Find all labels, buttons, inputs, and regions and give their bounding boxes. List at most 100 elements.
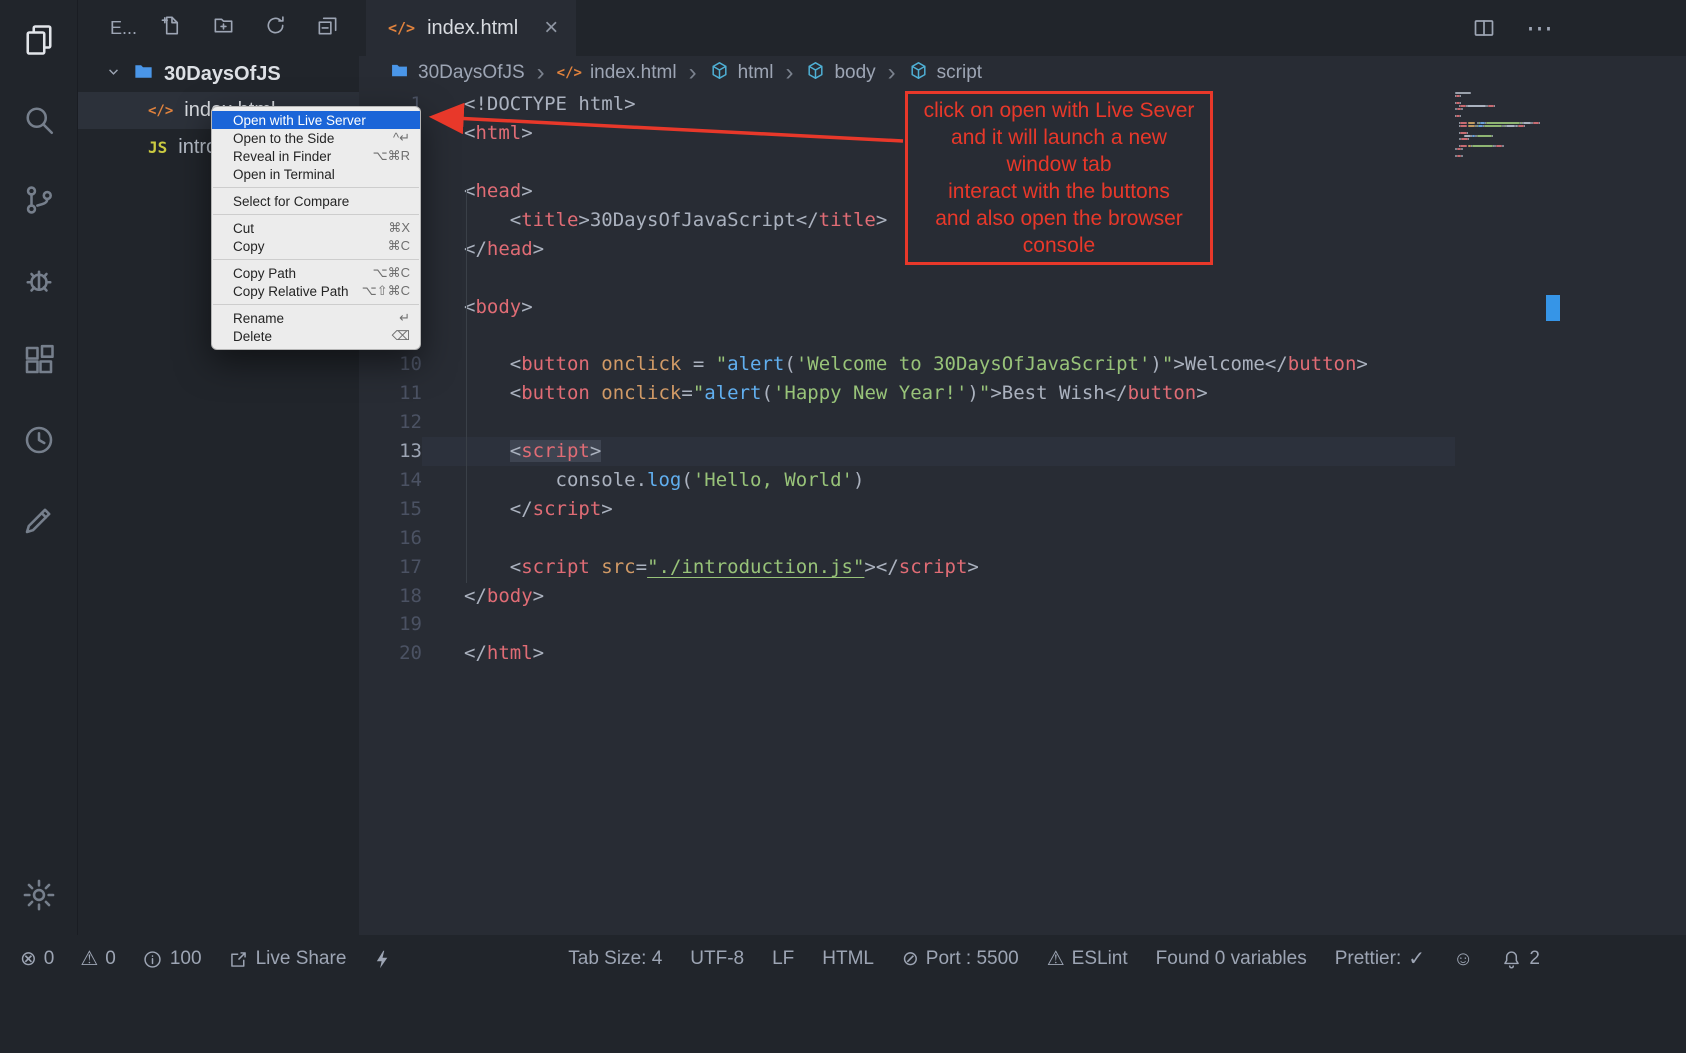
menu-shortcut: ↵: [399, 310, 410, 326]
code-line-9[interactable]: 9: [359, 321, 1686, 350]
tab-index-html[interactable]: </> index.html ×: [366, 0, 576, 56]
line-content-wrap: <button onclick="alert('Happy New Year!'…: [422, 379, 1455, 408]
menu-item-copy[interactable]: Copy⌘C: [212, 237, 420, 255]
more-actions-icon[interactable]: ⋯: [1526, 13, 1553, 44]
code-line-11[interactable]: 11 <button onclick="alert('Happy New Yea…: [359, 379, 1686, 408]
breadcrumb-body[interactable]: body: [805, 60, 875, 87]
annotation-line: and it will launch a new: [908, 124, 1210, 151]
line-content-wrap: </html>: [422, 639, 1455, 668]
settings-gear-icon[interactable]: [0, 855, 77, 935]
code-line-16[interactable]: 16: [359, 523, 1686, 552]
status-language-mode[interactable]: HTML: [822, 948, 874, 970]
code-line-8[interactable]: 8<body>: [359, 292, 1686, 321]
status-bolt[interactable]: [372, 949, 393, 970]
status-label: Tab Size: 4: [568, 948, 662, 970]
html-file-icon: </>: [148, 103, 173, 119]
new-folder-icon[interactable]: [212, 14, 235, 42]
menu-item-copy-path[interactable]: Copy Path⌥⌘C: [212, 264, 420, 282]
menu-separator: [213, 259, 419, 260]
overview-ruler-marker: [1546, 295, 1560, 321]
line-number: 13: [359, 440, 422, 462]
breadcrumb-index-html[interactable]: </>index.html: [557, 62, 677, 84]
folder-label: 30DaysOfJS: [164, 63, 281, 86]
debug-icon[interactable]: [0, 240, 77, 320]
annotation-line: console: [908, 232, 1210, 259]
menu-item-open-to-the-side[interactable]: Open to the Side^↵: [212, 129, 420, 147]
code-line-19[interactable]: 19: [359, 610, 1686, 639]
status-label: 0: [44, 948, 55, 970]
collapse-all-icon[interactable]: [316, 14, 339, 42]
breadcrumb-html[interactable]: html: [709, 60, 774, 87]
search-icon[interactable]: [0, 80, 77, 160]
context-menu: Open with Live ServerOpen to the Side^↵R…: [211, 106, 421, 350]
new-file-icon[interactable]: [160, 14, 183, 42]
extensions-icon[interactable]: [0, 320, 77, 400]
line-number: 10: [359, 353, 422, 375]
source-control-icon[interactable]: [0, 160, 77, 240]
line-number: 19: [359, 613, 422, 635]
line-content-wrap: [422, 408, 1455, 437]
refresh-icon[interactable]: [264, 14, 287, 42]
status-eol[interactable]: LF: [772, 948, 794, 970]
annotation-line: click on open with Live Sever: [908, 97, 1210, 124]
menu-item-select-for-compare[interactable]: Select for Compare: [212, 192, 420, 210]
menu-item-rename[interactable]: Rename ↵: [212, 309, 420, 327]
minimap-line: [1455, 112, 1545, 114]
minimap-line: [1455, 145, 1545, 147]
explorer-title: E...: [110, 18, 154, 39]
menu-item-label: Open to the Side: [233, 131, 334, 146]
minimap[interactable]: [1455, 92, 1545, 158]
cube-icon: [709, 60, 730, 87]
activity-bar-bottom: [0, 855, 77, 935]
code-line-17[interactable]: 17 <script src="./introduction.js"></scr…: [359, 552, 1686, 581]
status-label: 2: [1529, 948, 1540, 970]
status-port[interactable]: ⊘Port : 5500: [902, 948, 1019, 970]
status-tab-size[interactable]: Tab Size: 4: [568, 948, 662, 970]
code-line-18[interactable]: 18</body>: [359, 581, 1686, 610]
code-line-14[interactable]: 14 console.log('Hello, World'): [359, 466, 1686, 495]
clock-icon[interactable]: [0, 400, 77, 480]
status-prettier[interactable]: Prettier:✓: [1335, 948, 1425, 970]
status-bar: ⊗0 ⚠0 100 Live Share Tab Size: 4 UTF-8 LF HTML…: [0, 935, 1686, 1053]
menu-item-open-with-live-server[interactable]: Open with Live Server: [212, 111, 420, 129]
html-file-icon: </>: [557, 65, 582, 81]
pen-icon[interactable]: [0, 480, 77, 560]
menu-item-label: Rename: [233, 311, 284, 326]
code-line-12[interactable]: 12: [359, 408, 1686, 437]
status-label: Prettier:: [1335, 948, 1402, 970]
scrollbar[interactable]: [1545, 90, 1561, 935]
split-editor-icon[interactable]: [1472, 16, 1496, 40]
breadcrumb-label: body: [834, 62, 875, 84]
status-variables[interactable]: Found 0 variables: [1156, 948, 1307, 970]
menu-item-delete[interactable]: Delete⌫: [212, 327, 420, 345]
code-line-20[interactable]: 20</html>: [359, 639, 1686, 668]
breadcrumb-30daysofjs[interactable]: 30DaysOfJS: [389, 60, 525, 87]
menu-shortcut: ⌥⇧⌘C: [362, 283, 410, 299]
folder-row-30daysofjs[interactable]: 30DaysOfJS: [78, 56, 359, 92]
line-content-wrap: <button onclick = "alert('Welcome to 30D…: [422, 350, 1455, 379]
line-number: 18: [359, 585, 422, 607]
menu-item-copy-relative-path[interactable]: Copy Relative Path⌥⇧⌘C: [212, 282, 420, 300]
close-icon[interactable]: ×: [544, 14, 558, 42]
status-encoding[interactable]: UTF-8: [690, 948, 744, 970]
status-feedback[interactable]: ☺: [1453, 949, 1473, 969]
menu-separator: [213, 187, 419, 188]
explorer-icon[interactable]: [0, 0, 77, 80]
status-live-share[interactable]: Live Share: [228, 948, 347, 970]
code-line-15[interactable]: 15 </script>: [359, 494, 1686, 523]
minimap-line: [1455, 135, 1545, 137]
breadcrumb-label: 30DaysOfJS: [418, 62, 525, 84]
menu-item-reveal-in-finder[interactable]: Reveal in Finder⌥⌘R: [212, 147, 420, 165]
status-warnings[interactable]: ⚠0: [80, 948, 116, 970]
status-errors[interactable]: ⊗0: [20, 948, 54, 970]
status-label: 100: [170, 948, 202, 970]
code-line-10[interactable]: 10 <button onclick = "alert('Welcome to …: [359, 350, 1686, 379]
status-info[interactable]: 100: [142, 948, 202, 970]
code-line-13[interactable]: 13 <script>: [359, 437, 1686, 466]
code-line-7[interactable]: 7: [359, 263, 1686, 292]
menu-item-open-in-terminal[interactable]: Open in Terminal: [212, 165, 420, 183]
status-eslint[interactable]: ⚠ESLint: [1047, 948, 1128, 970]
breadcrumb-script[interactable]: script: [908, 60, 982, 87]
status-notifications[interactable]: 2: [1501, 948, 1540, 970]
menu-item-cut[interactable]: Cut⌘X: [212, 219, 420, 237]
